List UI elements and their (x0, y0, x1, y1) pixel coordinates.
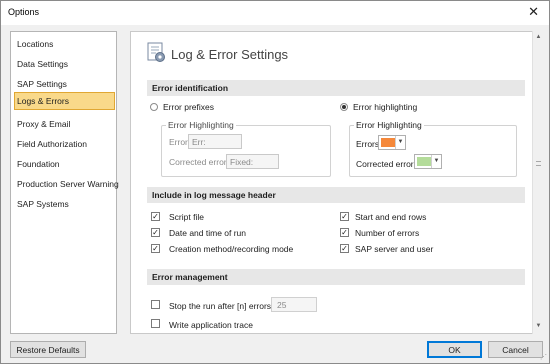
restore-defaults-button[interactable]: Restore Defaults (10, 341, 86, 358)
prefix-corrected-label: Corrected errors: (169, 157, 234, 167)
error-prefixes-label[interactable]: Error prefixes (163, 102, 214, 112)
sidebar-item-logs-errors[interactable]: Logs & Errors (14, 92, 115, 110)
script-file-label[interactable]: Script file (169, 212, 204, 222)
section-error-identification: Error identification (147, 80, 525, 96)
creation-method-checkbox[interactable]: ✓ (151, 244, 160, 253)
max-errors-input[interactable]: 25 (271, 297, 317, 312)
sidebar-item-sap-settings[interactable]: SAP Settings (14, 75, 115, 93)
app-trace-checkbox[interactable] (151, 319, 160, 328)
prefix-highlighting-group: Error Highlighting (161, 120, 331, 177)
error-highlighting-radio[interactable] (340, 103, 348, 111)
sidebar-item-proxy-email[interactable]: Proxy & Email (14, 115, 115, 133)
page-title: Log & Error Settings (171, 47, 289, 62)
prefix-errors-input[interactable]: Err: (188, 134, 242, 149)
stop-run-label[interactable]: Stop the run after [n] errors: (169, 301, 273, 311)
sidebar-item-label: Logs & Errors (17, 96, 69, 106)
number-of-errors-label[interactable]: Number of errors (355, 228, 419, 238)
corrected-color-label: Corrected errors: (356, 159, 421, 169)
ok-button[interactable]: OK (427, 341, 482, 358)
stop-run-checkbox[interactable] (151, 300, 160, 309)
creation-method-label[interactable]: Creation method/recording mode (169, 244, 293, 254)
scroll-up-icon[interactable]: ▲ (534, 33, 543, 42)
sidebar-item-production-server-warning[interactable]: Production Server Warning (14, 175, 119, 193)
script-file-checkbox[interactable]: ✓ (151, 212, 160, 221)
sidebar-item-sap-systems[interactable]: SAP Systems (14, 195, 115, 213)
options-window: Options ✕ Locations Data Settings SAP Se… (0, 0, 550, 364)
scrollbar-grip[interactable] (536, 161, 541, 166)
chevron-down-icon: ▼ (395, 136, 405, 149)
sidebar-item-label: Field Authorization (17, 139, 87, 149)
start-end-rows-label[interactable]: Start and end rows (355, 212, 426, 222)
date-time-checkbox[interactable]: ✓ (151, 228, 160, 237)
sidebar-item-label: Foundation (17, 159, 60, 169)
sidebar-item-label: Production Server Warning (17, 179, 119, 189)
color-group-title: Error Highlighting (354, 120, 424, 130)
sidebar-item-locations[interactable]: Locations (14, 35, 115, 53)
prefix-group-title: Error Highlighting (166, 120, 236, 130)
sidebar-item-label: SAP Systems (17, 199, 69, 209)
errors-color-picker[interactable]: ▼ (378, 135, 406, 150)
sidebar-item-field-authorization[interactable]: Field Authorization (14, 135, 115, 153)
color-highlighting-group: Error Highlighting (349, 120, 517, 177)
panel-scrollbar[interactable]: ▲ ▼ (532, 31, 543, 334)
date-time-label[interactable]: Date and time of run (169, 228, 246, 238)
settings-panel (130, 31, 533, 334)
sap-server-user-checkbox[interactable]: ✓ (340, 244, 349, 253)
sap-server-user-label[interactable]: SAP server and user (355, 244, 433, 254)
sidebar-item-foundation[interactable]: Foundation (14, 155, 115, 173)
sidebar-item-label: SAP Settings (17, 79, 67, 89)
sidebar-item-label: Locations (17, 39, 54, 49)
number-of-errors-checkbox[interactable]: ✓ (340, 228, 349, 237)
options-category-list: Locations Data Settings SAP Settings Log… (10, 31, 119, 334)
chevron-down-icon: ▼ (431, 155, 441, 168)
app-trace-label[interactable]: Write application trace (169, 320, 253, 330)
sidebar-item-data-settings[interactable]: Data Settings (14, 55, 115, 73)
settings-document-icon (147, 42, 165, 62)
error-highlighting-label[interactable]: Error highlighting (353, 102, 417, 112)
sidebar-item-label: Data Settings (17, 59, 69, 69)
scroll-down-icon[interactable]: ▼ (534, 322, 543, 331)
error-prefixes-radio[interactable] (150, 103, 158, 111)
resize-grip-icon[interactable]: ⋰ (540, 353, 547, 361)
close-icon[interactable]: ✕ (528, 4, 539, 20)
cancel-button[interactable]: Cancel (488, 341, 543, 358)
title-bar: Options ✕ (1, 1, 549, 25)
corrected-color-picker[interactable]: ▼ (414, 154, 442, 169)
start-end-rows-checkbox[interactable]: ✓ (340, 212, 349, 221)
window-title: Options (8, 7, 40, 17)
corrected-color-swatch (417, 157, 431, 166)
prefix-corrected-input[interactable]: Fixed: (226, 154, 279, 169)
section-error-management: Error management (147, 269, 525, 285)
errors-color-swatch (381, 138, 395, 147)
sidebar-item-label: Proxy & Email (17, 119, 71, 129)
section-log-header: Include in log message header (147, 187, 525, 203)
